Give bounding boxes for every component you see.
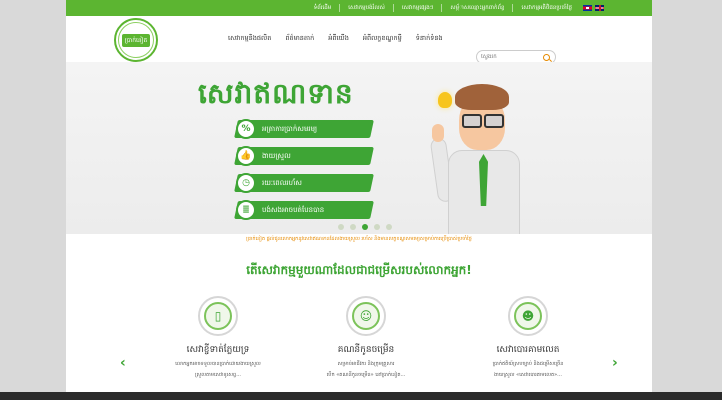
clock-icon: ◷ — [236, 173, 256, 193]
site-header: ប្រាក់នៀត សេវាកម្មនិងផលិត ព័ត៌មានតាក់ អំ… — [66, 16, 652, 64]
main-nav: សេវាកម្មនិងផលិត ព័ត៌មានតាក់ អំពីយើង អំពី… — [228, 16, 443, 62]
service-desc-line: សម្រាប់អាជីវករ និងក្រុមគ្រួសារ — [337, 361, 395, 367]
service-desc-line: ងាយស្រួល «សេវាបោរគាមលេត»... — [494, 372, 562, 378]
desktop-background-left — [0, 0, 66, 400]
desktop-background-right — [652, 0, 722, 400]
feature-label-flexible: បង់សងអាចបត់បែនបាន — [262, 206, 325, 214]
logo-ring: ប្រាក់នៀត — [118, 22, 154, 58]
service-card[interactable]: ☺ គណនីកូនចម្រើន សម្រាប់អាជីវករ និងក្រុមគ… — [296, 296, 436, 379]
uk-flag-icon[interactable] — [595, 5, 604, 11]
phone-icon-glyph: ▯ — [204, 302, 232, 330]
services-heading: តើសេវាកម្មមួយណាដែលជាជម្រើសរបស់លោកអ្នក! — [246, 263, 472, 277]
group-icon: ☺ — [346, 296, 386, 336]
service-title[interactable]: សេវាបោរគាមលេត — [458, 344, 598, 357]
feature-label-fast: រយៈពេលរហ័ស — [262, 179, 302, 187]
team-icon: ☻ — [508, 296, 548, 336]
illustration-glasses — [460, 114, 504, 128]
nav-item-about[interactable]: អំពីយើង — [328, 34, 349, 44]
logo-text: ប្រាក់នៀត — [121, 33, 151, 47]
nav-item-contact[interactable]: ទំនាក់ទំនង — [416, 34, 443, 44]
lightbulb-icon — [438, 92, 452, 108]
team-icon-glyph: ☻ — [514, 302, 542, 330]
percent-icon: % — [236, 119, 256, 139]
service-desc-line: ស្រួលតាមសេវាទូរសព្ទ... — [195, 372, 241, 378]
top-link-home[interactable]: ទំព័រដើម — [306, 4, 341, 12]
search-input[interactable] — [481, 54, 543, 60]
phone-icon: ▯ — [198, 296, 238, 336]
carousel-next-arrow[interactable]: › — [612, 356, 622, 370]
service-desc-line: បើក «គណនីកូនចម្រើន» នៅប្រាក់នៀត... — [326, 372, 406, 378]
slider-dot-2[interactable] — [350, 224, 356, 230]
group-icon-glyph: ☺ — [352, 302, 380, 330]
top-link-installment[interactable]: សេវាកម្មបង់រំលស់ — [340, 4, 394, 12]
illustration-hair — [455, 84, 509, 110]
service-title[interactable]: សេវាខ្ចីទាត់ភ្លែយទ្រ — [148, 344, 288, 357]
top-link-other-services[interactable]: សេវាកម្មផ្សេងៗ — [394, 4, 443, 12]
top-link-partners[interactable]: សម័្ភាសឈ្មោះអ្នកពាក់ព័ន្ធ — [442, 4, 514, 12]
slider-dot-4[interactable] — [374, 224, 380, 230]
slider-dot-5[interactable] — [386, 224, 392, 230]
carousel-prev-arrow[interactable]: ‹ — [120, 356, 130, 370]
service-desc-line: លោកអ្នកអាចទទួលបានប្រាក់ដោយងាយស្រួល — [175, 361, 261, 367]
banner-title: សេវាឥណទាន — [198, 77, 354, 110]
illustration-hand — [432, 124, 444, 142]
thumbs-up-icon: 👍 — [236, 146, 256, 166]
service-card[interactable]: ☻ សេវាបោរគាមលេត ប្រាក់ឥតិយ៍ស្របច្បាប់ និ… — [458, 296, 598, 379]
taskbar — [0, 392, 722, 400]
slider-dot-1[interactable] — [338, 224, 344, 230]
search-icon[interactable] — [543, 53, 550, 61]
nav-item-news[interactable]: ព័ត៌មានតាក់ — [285, 34, 314, 44]
top-bar: ទំព័រដើម សេវាកម្មបង់រំលស់ សេវាកម្មផ្សេងៗ… — [66, 0, 652, 16]
slider-dots — [338, 224, 392, 230]
service-card[interactable]: ▯ សេវាខ្ចីទាត់ភ្លែយទ្រ លោកអ្នកអាចទទួលបាន… — [148, 296, 288, 379]
km-flag-icon[interactable] — [583, 5, 592, 11]
browser-page: ទំព័រដើម សេវាកម្មបង់រំលស់ សេវាកម្មផ្សេងៗ… — [66, 0, 652, 400]
banner-caption: ប្រាក់នៀត ផ្តល់ជូនលោកអ្នកនូវសេវាឥណទានដែល… — [246, 236, 472, 242]
hero-banner: សេវាឥណទាន % អត្រាការប្រាក់សមរម្យ 👍 ងាយស្… — [66, 62, 652, 234]
nav-item-products[interactable]: សេវាកម្មនិងផលិត — [228, 34, 271, 44]
top-link-daily-service[interactable]: សេវាកម្មអតិថិជនប្រចាំថ្ងៃ — [513, 4, 580, 12]
feature-label-easy: ងាយស្រួល — [262, 152, 291, 160]
slider-dot-3[interactable] — [362, 224, 368, 230]
service-title[interactable]: គណនីកូនចម្រើន — [296, 344, 436, 357]
document-icon: ≣ — [236, 200, 256, 220]
service-desc-line: ប្រាក់ឥតិយ៍ស្របច្បាប់ និងជម្រើសច្រើន — [492, 361, 564, 367]
nav-item-loan-terms[interactable]: អំពីលក្ខខណ្ឌកម្ចី — [363, 34, 402, 44]
feature-label-rate: អត្រាការប្រាក់សមរម្យ — [262, 125, 318, 133]
site-logo[interactable]: ប្រាក់នៀត — [114, 18, 158, 62]
